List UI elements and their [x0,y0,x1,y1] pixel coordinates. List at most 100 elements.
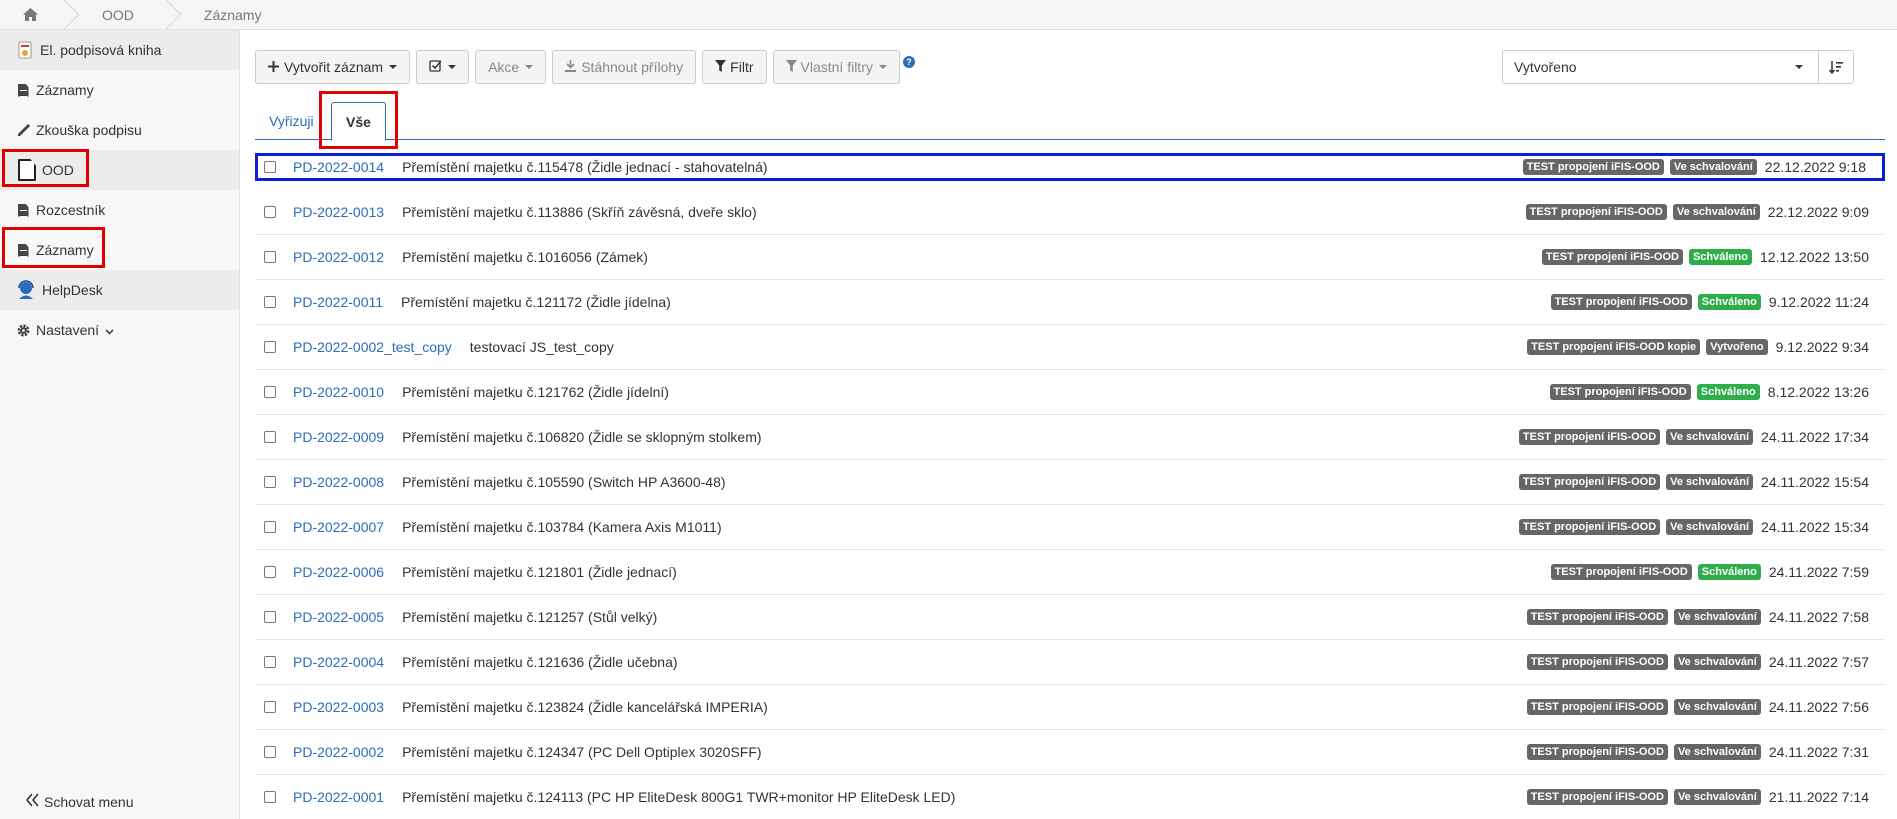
tag-badge: TEST propojení iFIS-OOD [1541,249,1683,265]
custom-filters-button[interactable]: Vlastní filtry [772,50,900,84]
sort-order-icon[interactable] [1819,51,1853,83]
row-checkbox[interactable] [264,521,276,533]
hide-menu-button[interactable]: Schovat menu [24,792,134,811]
table-row[interactable]: PD-2022-0007 Přemístění majetku č.103784 … [255,505,1885,550]
plus-icon [268,59,279,75]
record-id-link[interactable]: PD-2022-0013 [293,204,384,220]
record-id-link[interactable]: PD-2022-0012 [293,249,384,265]
breadcrumb: OOD Záznamy [0,0,1897,30]
sidebar-item-zkouska-podpisu[interactable]: Zkouška podpisu [0,110,239,150]
record-id-link[interactable]: PD-2022-0004 [293,654,384,670]
row-checkbox[interactable] [264,431,276,443]
table-row[interactable]: PD-2022-0002_test_copy testovací JS_test_… [255,325,1885,370]
highlight-box-ood [2,149,89,187]
record-id-link[interactable]: PD-2022-0006 [293,564,384,580]
row-checkbox[interactable] [264,656,276,668]
record-date: 9.12.2022 9:34 [1775,339,1869,355]
table-row[interactable]: PD-2022-0003 Přemístění majetku č.123824 … [255,685,1885,730]
actions-label: Akce [488,59,520,75]
chevron-down-icon[interactable] [1779,51,1819,83]
record-date: 9.12.2022 11:24 [1768,294,1869,310]
record-id-link[interactable]: PD-2022-0002_test_copy [293,339,452,355]
row-checkbox[interactable] [264,476,276,488]
table-row[interactable]: PD-2022-0004 Přemístění majetku č.121636 … [255,640,1885,685]
record-id-link[interactable]: PD-2022-0003 [293,699,384,715]
tag-badge: TEST propojení iFIS-OOD [1526,789,1668,805]
record-id-link[interactable]: PD-2022-0014 [293,159,384,175]
record-title: Přemístění majetku č.105590 (Switch HP A… [402,474,726,490]
actions-button[interactable]: Akce [475,50,547,84]
table-row[interactable]: PD-2022-0011 Přemístění majetku č.121172 … [255,280,1885,325]
record-id-link[interactable]: PD-2022-0010 [293,384,384,400]
tag-badge: TEST propojení iFIS-OOD [1526,609,1668,625]
filter-button[interactable]: Filtr [702,50,767,84]
record-title: Přemístění majetku č.121801 (Židle jedna… [402,564,677,580]
record-id-link[interactable]: PD-2022-0001 [293,789,384,805]
row-checkbox[interactable] [264,386,276,398]
breadcrumb-ood[interactable]: OOD [72,0,162,30]
download-attachments-button[interactable]: Stáhnout přílohy [552,50,697,84]
table-row[interactable]: PD-2022-0009 Přemístění majetku č.106820 … [255,415,1885,460]
records-list: PD-2022-0014 Přemístění majetku č.115478 … [255,147,1885,819]
table-row[interactable]: PD-2022-0013 Přemístění majetku č.113886 … [255,190,1885,235]
record-date: 24.11.2022 7:59 [1768,564,1869,580]
row-checkbox[interactable] [264,566,276,578]
gear-icon [16,323,30,337]
record-title: Přemístění majetku č.123824 (Židle kance… [402,699,768,715]
record-id-link[interactable]: PD-2022-0011 [293,294,383,310]
row-checkbox[interactable] [264,341,276,353]
chevron-down-icon [525,65,534,69]
row-checkbox[interactable] [264,161,276,173]
sidebar-item-nastaveni[interactable]: Nastavení [0,310,239,350]
sidebar-item-label: Nastavení [36,322,100,338]
status-badge: Ve schvalování [1666,429,1754,445]
sidebar-item-label: Rozcestník [36,202,106,218]
record-id-link[interactable]: PD-2022-0008 [293,474,384,490]
sidebar-header-label: El. podpisová kniha [40,42,162,58]
help-icon[interactable]: ? [903,56,915,68]
table-row[interactable]: PD-2022-0010 Přemístění majetku č.121762 … [255,370,1885,415]
create-record-button[interactable]: Vytvořit záznam [255,50,411,84]
status-badge: Ve schvalování [1666,519,1754,535]
status-badge: Ve schvalování [1666,474,1754,490]
record-id-link[interactable]: PD-2022-0007 [293,519,384,535]
row-checkbox[interactable] [264,611,276,623]
download-icon [565,59,577,75]
table-row[interactable]: PD-2022-0002 Přemístění majetku č.124347 … [255,730,1885,775]
row-checkbox[interactable] [264,296,276,308]
tabs: Vyřizuji Vše [255,96,1885,141]
record-id-link[interactable]: PD-2022-0002 [293,744,384,760]
table-row[interactable]: PD-2022-0005 Přemístění majetku č.121257 … [255,595,1885,640]
row-checkbox[interactable] [264,701,276,713]
record-title: Přemístění majetku č.103784 (Kamera Axis… [402,519,722,535]
record-id-link[interactable]: PD-2022-0005 [293,609,384,625]
sort-select[interactable]: Vytvořeno [1502,50,1854,84]
sidebar-item-rozcestnik[interactable]: Rozcestník [0,190,239,230]
tag-badge: TEST propojení iFIS-OOD [1549,384,1691,400]
table-row[interactable]: PD-2022-0001 Přemístění majetku č.124113 … [255,775,1885,819]
record-title: Přemístění majetku č.124347 (PC Dell Opt… [402,744,762,760]
table-row[interactable]: PD-2022-0012 Přemístění majetku č.1016056… [255,235,1885,280]
record-date: 24.11.2022 17:34 [1761,429,1869,445]
status-badge: Ve schvalování [1673,744,1761,760]
table-row[interactable]: PD-2022-0006 Přemístění majetku č.121801 … [255,550,1885,595]
status-badge: Schváleno [1697,294,1761,310]
sidebar-header-podpisova-kniha[interactable]: El. podpisová kniha [0,30,239,70]
table-row[interactable]: PD-2022-0014 Přemístění majetku č.115478 … [255,153,1885,181]
row-checkbox[interactable] [264,251,276,263]
record-id-link[interactable]: PD-2022-0009 [293,429,384,445]
row-checkbox[interactable] [264,746,276,758]
double-chevron-left-icon [24,792,40,811]
signature-book-icon [16,41,34,59]
row-checkbox[interactable] [264,206,276,218]
tag-badge: TEST propojení iFIS-OOD [1550,294,1692,310]
row-checkbox[interactable] [264,791,276,803]
sidebar-item-zaznamy[interactable]: Záznamy [0,70,239,110]
select-checkbox-button[interactable] [416,50,470,84]
sidebar-header-helpdesk[interactable]: HelpDesk [0,270,239,310]
tab-vyrizuji[interactable]: Vyřizuji [255,102,328,140]
table-row[interactable]: PD-2022-0008 Přemístění majetku č.105590 … [255,460,1885,505]
record-date: 22.12.2022 9:09 [1767,204,1869,220]
sidebar-item-label: Zkouška podpisu [36,122,142,138]
record-title: Přemístění majetku č.121172 (Židle jídel… [401,294,671,310]
